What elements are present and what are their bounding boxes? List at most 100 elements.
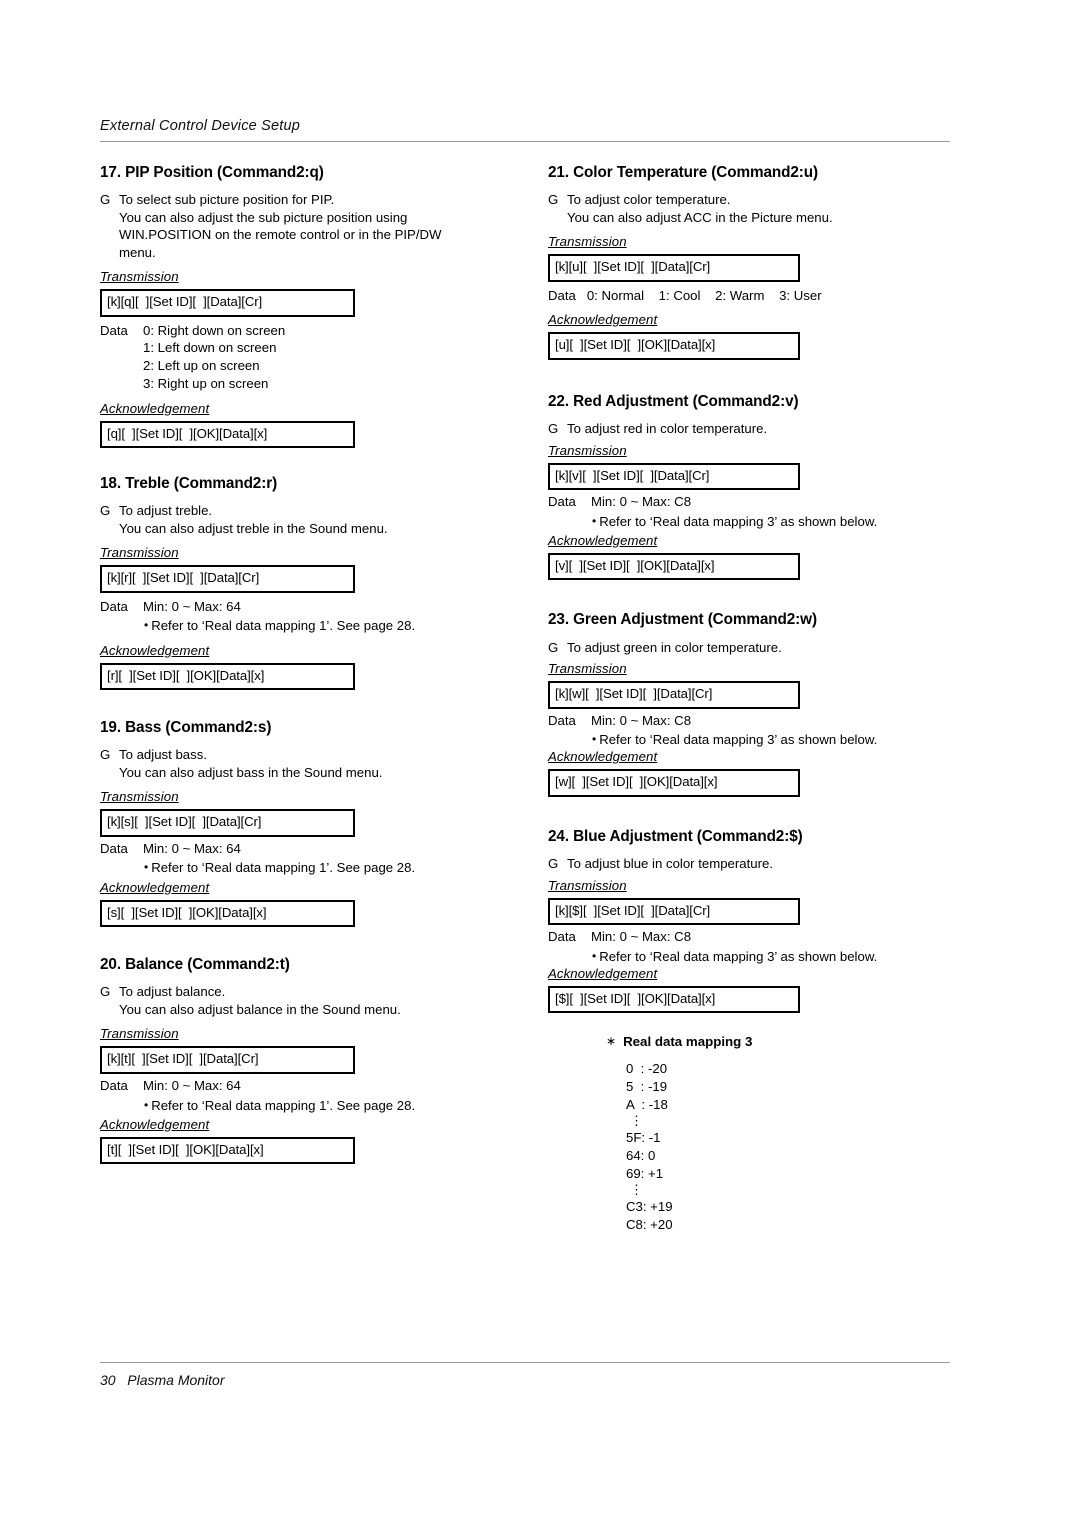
transmission-command-box: [k][t][ ][Set ID][ ][Data][Cr] <box>100 1046 355 1074</box>
data-values: Min: 0 ~ Max: 64 <box>143 598 540 616</box>
page-footer: 30 Plasma Monitor <box>100 1362 950 1388</box>
transmission-command-box: [k][r][ ][Set ID][ ][Data][Cr] <box>100 565 355 593</box>
description-line: menu. <box>119 244 156 260</box>
section-title: 24. Blue Adjustment (Command2:$) <box>548 827 803 845</box>
description-line: To adjust bass. <box>119 747 207 763</box>
transmission-command-box: [k][v][ ][Set ID][ ][Data][Cr] <box>548 462 800 491</box>
acknowledgement-label: Acknowledgement <box>548 965 658 981</box>
data-row: Data Min: 0 ~ Max: 64 <box>100 598 540 616</box>
section-title: 23. Green Adjustment (Command2:w) <box>548 611 817 629</box>
acknowledgement-label: Acknowledgement <box>100 642 210 658</box>
data-row: Data Min: 0 ~ Max: C8 <box>548 712 968 730</box>
transmission-label: Transmission <box>548 234 627 250</box>
acknowledgement-command-box: [$][ ][Set ID][ ][OK][Data][x] <box>548 985 800 1014</box>
footer-text: 30 Plasma Monitor <box>100 1372 225 1388</box>
acknowledgement-label: Acknowledgement <box>548 749 658 765</box>
mapping-ellipsis: ⋮ <box>630 1112 643 1128</box>
acknowledgement-command-box: [u][ ][Set ID][ ][OK][Data][x] <box>548 332 800 360</box>
acknowledgement-command-box: [s][ ][Set ID][ ][OK][Data][x] <box>100 899 355 928</box>
section-green-adjustment: 23. Green Adjustment (Command2:w) G To a… <box>548 610 968 797</box>
description-lines: To adjust balance. You can also adjust b… <box>119 983 540 1018</box>
g-marker-icon: G <box>548 421 559 436</box>
transmission-command-box: [k][w][ ][Set ID][ ][Data][Cr] <box>548 681 800 709</box>
description-line: To adjust green in color temperature. <box>567 639 782 655</box>
mapping-row: A : -18 <box>626 1096 668 1112</box>
description-line: To adjust color temperature. <box>567 192 731 208</box>
mapping-row: 5 : -19 <box>626 1078 668 1094</box>
refer-note: • Refer to ‘Real data mapping 3’ as shown… <box>548 731 968 748</box>
acknowledgement-command-box: [t][ ][Set ID][ ][OK][Data][x] <box>100 1136 355 1165</box>
section-title: 21. Color Temperature (Command2:u) <box>548 164 819 181</box>
transmission-label: Transmission <box>548 442 627 458</box>
acknowledgement-label: Acknowledgement <box>548 312 658 328</box>
refer-note: • Refer to ‘Real data mapping 3’ as shown… <box>548 513 968 530</box>
section-description: G To adjust red in color temperature. <box>548 420 968 438</box>
transmission-label: Transmission <box>548 661 627 677</box>
document-page: External Control Device Setup 17. PIP Po… <box>0 0 1080 1528</box>
right-column: 21. Color Temperature (Command2:u) G To … <box>548 163 968 1234</box>
running-header: External Control Device Setup <box>100 118 950 143</box>
refer-note: • Refer to ‘Real data mapping 1’. See pag… <box>100 617 540 634</box>
description-lines: To adjust bass. You can also adjust bass… <box>119 746 540 781</box>
section-description: G To adjust green in color temperature. <box>548 639 968 657</box>
footer-divider <box>100 1362 950 1363</box>
header-divider <box>100 141 950 143</box>
description-line: To adjust balance. <box>119 984 226 1000</box>
data-values: Min: 0 ~ Max: C8 <box>591 928 968 946</box>
description-lines: To adjust treble. You can also adjust tr… <box>119 502 540 537</box>
mapping-row: C8: +20 <box>626 1217 673 1233</box>
refer-text: Refer to ‘Real data mapping 3’ as shown … <box>599 948 878 964</box>
g-marker-icon: G <box>548 639 559 655</box>
section-title: 17. PIP Position (Command2:q) <box>100 164 324 181</box>
section-pip-position: 17. PIP Position (Command2:q) G To selec… <box>100 163 540 449</box>
section-color-temperature: 21. Color Temperature (Command2:u) G To … <box>548 163 968 360</box>
mapping-row: 69: +1 <box>626 1166 664 1181</box>
data-values: Min: 0 ~ Max: 64 <box>143 1077 540 1095</box>
description-line: You can also adjust bass in the Sound me… <box>119 764 383 780</box>
refer-text: Refer to ‘Real data mapping 3’ as shown … <box>599 732 878 748</box>
data-row: Data Min: 0 ~ Max: 64 <box>100 840 540 858</box>
acknowledgement-label: Acknowledgement <box>100 879 210 895</box>
section-red-adjustment: 22. Red Adjustment (Command2:v) G To adj… <box>548 392 968 581</box>
data-value: Min: 0 ~ Max: C8 <box>591 929 692 945</box>
refer-text: Refer to ‘Real data mapping 1’. See page… <box>151 618 416 634</box>
section-balance: 20. Balance (Command2:t) G To adjust bal… <box>100 955 540 1165</box>
transmission-command-box: [k][$][ ][Set ID][ ][Data][Cr] <box>548 897 800 926</box>
section-treble: 18. Treble (Command2:r) G To adjust treb… <box>100 474 540 691</box>
acknowledgement-command-box: [q][ ][Set ID][ ][OK][Data][x] <box>100 420 355 449</box>
description-lines: To adjust color temperature. You can als… <box>567 191 968 226</box>
transmission-label: Transmission <box>100 1026 179 1042</box>
refer-text: Refer to ‘Real data mapping 1’. See page… <box>151 1097 416 1113</box>
data-label: Data <box>100 322 128 338</box>
description-line: WIN.POSITION on the remote control or in… <box>119 227 442 243</box>
transmission-label: Transmission <box>548 877 627 893</box>
mapping-row: 5F: -1 <box>626 1129 661 1145</box>
refer-note: • Refer to ‘Real data mapping 1’. See pag… <box>100 1097 540 1114</box>
section-description: G To adjust blue in color temperature. <box>548 855 968 873</box>
section-description: G To adjust balance. You can also adjust… <box>100 983 540 1018</box>
data-label: Data <box>100 598 128 614</box>
real-data-mapping-list: 0 : -20 5 : -19 A : -18 ⋮ 5F: -1 64: 0 6… <box>606 1060 968 1235</box>
data-values: Min: 0 ~ Max: 64 <box>143 840 540 858</box>
section-description: G To adjust treble. You can also adjust … <box>100 502 540 537</box>
mapping-row: 0 : -20 <box>626 1060 668 1076</box>
data-label: Data <box>100 1077 128 1093</box>
transmission-command-box: [k][q][ ][Set ID][ ][Data][Cr] <box>100 289 355 317</box>
running-header-text: External Control Device Setup <box>100 118 301 134</box>
left-column: 17. PIP Position (Command2:q) G To selec… <box>100 163 540 1165</box>
data-value: Min: 0 ~ Max: C8 <box>591 494 692 510</box>
data-values: 0: Right down on screen 1: Left down on … <box>143 322 540 393</box>
acknowledgement-command-box: [w][ ][Set ID][ ][OK][Data][x] <box>548 769 800 797</box>
real-data-mapping-block: ∗ Real data mapping 3 0 : -20 5 : -19 A :… <box>548 1033 968 1234</box>
refer-note: • Refer to ‘Real data mapping 1’. See pag… <box>100 859 540 876</box>
data-label: Data <box>548 712 576 728</box>
data-value: Min: 0 ~ Max: 64 <box>143 1077 241 1093</box>
description-line: You can also adjust ACC in the Picture m… <box>567 209 833 225</box>
description-lines: To select sub picture position for PIP. … <box>119 191 540 261</box>
description-lines: To adjust green in color temperature. <box>567 639 968 657</box>
transmission-label: Transmission <box>100 545 179 561</box>
g-marker-icon: G <box>100 747 111 763</box>
acknowledgement-command-box: [v][ ][Set ID][ ][OK][Data][x] <box>548 552 800 581</box>
section-description: G To select sub picture position for PIP… <box>100 191 540 261</box>
data-value: 0: Right down on screen <box>143 322 286 338</box>
